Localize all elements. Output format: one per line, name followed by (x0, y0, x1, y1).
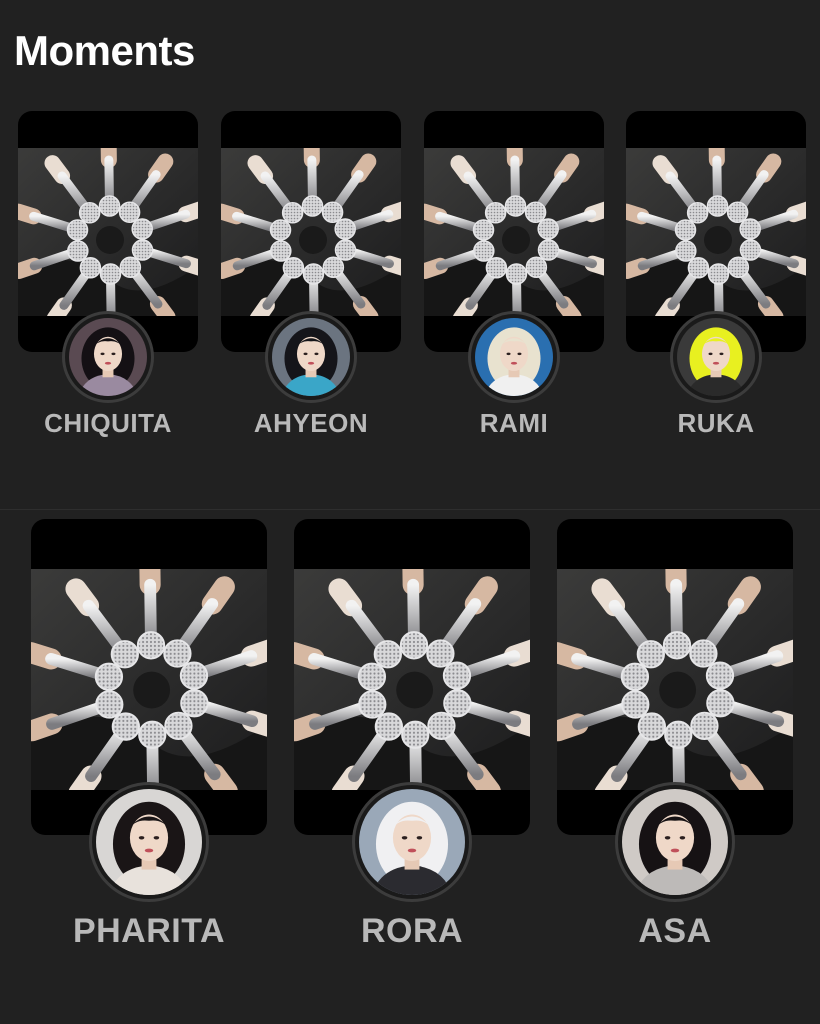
microphones-photo (221, 148, 401, 316)
row-divider (0, 509, 820, 510)
avatar[interactable] (615, 782, 735, 902)
profile-avatar-icon (475, 318, 553, 396)
avatar[interactable] (352, 782, 472, 902)
page-title: Moments (14, 27, 195, 74)
moment-ahyeon[interactable]: AHYEON (221, 111, 401, 451)
profile-avatar-icon (69, 318, 147, 396)
avatar[interactable] (670, 311, 762, 403)
moment-rora[interactable]: RORA (294, 519, 530, 959)
moment-name: ASA (638, 912, 712, 950)
moment-ruka[interactable]: RUKA (626, 111, 806, 451)
moment-name: RAMI (479, 408, 549, 438)
moment-name: RORA (360, 912, 464, 950)
avatar[interactable] (89, 782, 209, 902)
moment-asa[interactable]: ASA (557, 519, 793, 959)
moment-chiquita[interactable]: CHIQUITA (18, 111, 198, 451)
avatar[interactable] (265, 311, 357, 403)
microphones-photo (294, 569, 530, 790)
avatar[interactable] (62, 311, 154, 403)
microphones-photo (18, 148, 198, 316)
profile-avatar-icon (272, 318, 350, 396)
microphones-photo (626, 148, 806, 316)
avatar[interactable] (468, 311, 560, 403)
moment-name: RUKA (677, 408, 755, 438)
moment-name: PHARITA (72, 912, 226, 950)
moment-name: CHIQUITA (44, 408, 172, 438)
profile-avatar-icon (622, 789, 728, 895)
microphones-photo (424, 148, 604, 316)
profile-avatar-icon (359, 789, 465, 895)
profile-avatar-icon (96, 789, 202, 895)
profile-avatar-icon (677, 318, 755, 396)
moment-name: AHYEON (253, 408, 369, 438)
microphones-photo (31, 569, 267, 790)
moment-rami[interactable]: RAMI (424, 111, 604, 451)
microphones-photo (557, 569, 793, 790)
moment-pharita[interactable]: PHARITA (31, 519, 267, 959)
